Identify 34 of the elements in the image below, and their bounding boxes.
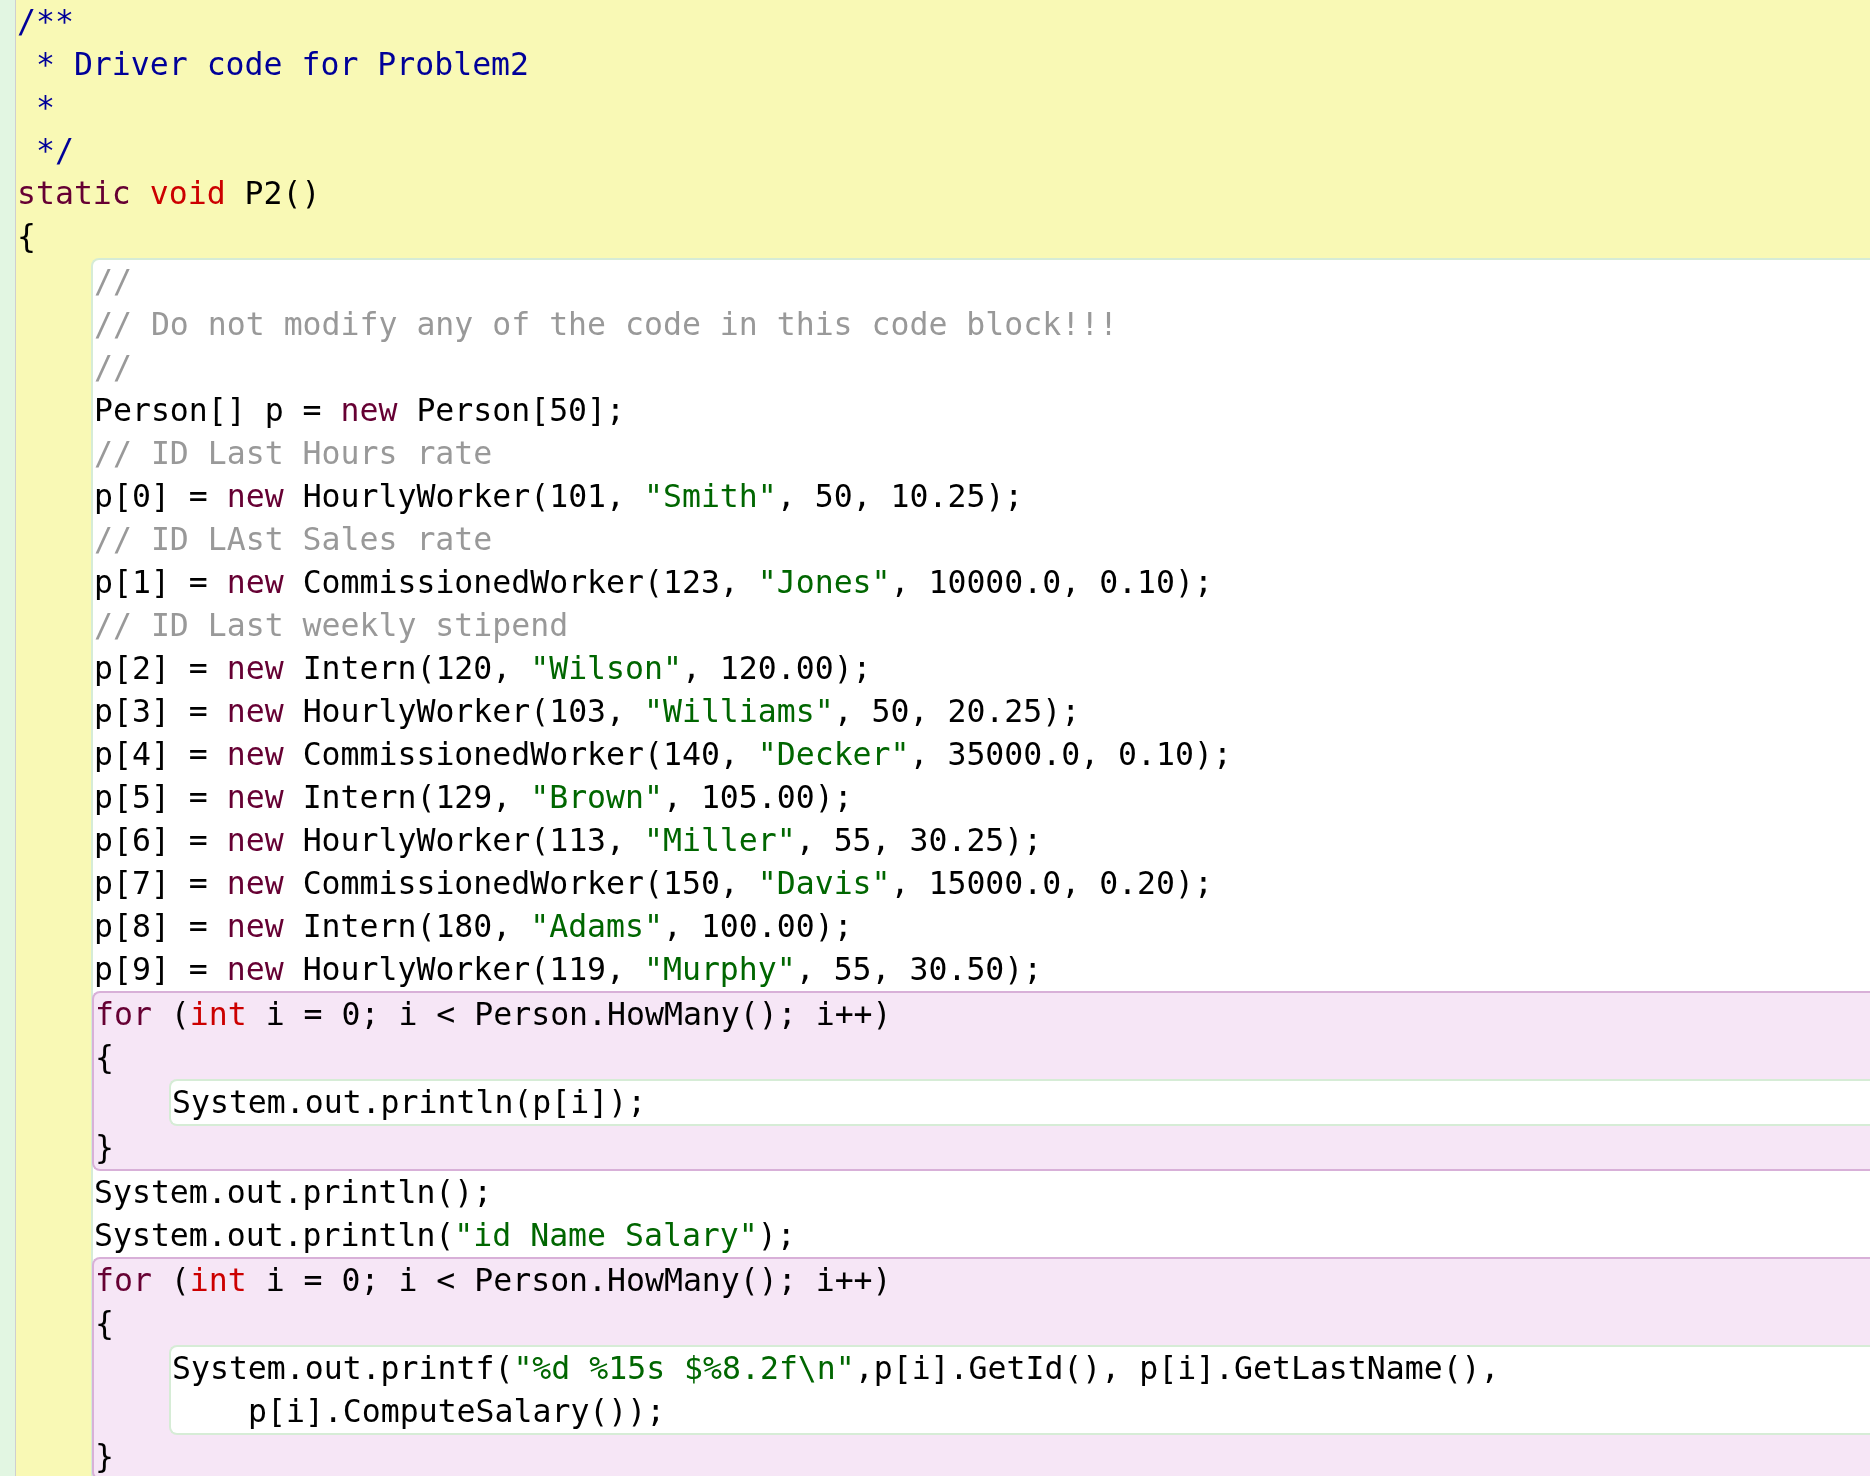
code-line: } [95,1437,114,1476]
code-line: // [94,262,132,301]
code-line: p[8] = new Intern(180, "Adams", 100.00); [94,907,853,946]
code-line: // ID Last weekly stipend [94,606,569,645]
code-line: System.out.println("id Name Salary"); [94,1216,796,1255]
code-line: for (int i = 0; i < Person.HowMany(); i++) [95,995,892,1034]
code-line: p[1] = new CommissionedWorker(123, "Jones", 10000.0, 0.10); [94,563,1213,602]
code-line: { [95,1304,114,1343]
code-line: System.out.println(); [94,1173,493,1212]
code-line: * Driver code for Problem2 [34,45,530,84]
code-line: // ID LAst Sales rate [94,520,493,559]
code-line: System.out.printf("%d %15s $%8.2f\n",p[i].GetId(), p[i].GetLastName(), [172,1349,1500,1388]
code-line: * [34,88,55,127]
code-line: // ID Last Hours rate [94,434,493,473]
code-line: Person[] p = new Person[50]; [94,391,626,430]
code-line: p[4] = new CommissionedWorker(140, "Decker", 35000.0, 0.10); [94,735,1232,774]
code-line: // Do not modify any of the code in this code block!!! [94,305,1119,344]
code-line: } [95,1128,114,1167]
code-line: /** [17,2,74,41]
code-line: */ [34,131,74,170]
code-line: p[2] = new Intern(120, "Wilson", 120.00); [94,649,872,688]
code-line: p[6] = new HourlyWorker(113, "Miller", 55, 30.25); [94,821,1043,860]
code-line: { [17,217,36,256]
code-line: System.out.println(p[i]); [172,1083,647,1122]
code-line: p[3] = new HourlyWorker(103, "Williams", 50, 20.25); [94,692,1081,731]
code-line: p[9] = new HourlyWorker(119, "Murphy", 55, 30.50); [94,950,1043,989]
code-line: // [94,348,132,387]
code-line: { [95,1038,114,1077]
code-line: p[7] = new CommissionedWorker(150, "Davis", 15000.0, 0.20); [94,864,1213,903]
code-line: for (int i = 0; i < Person.HowMany(); i++) [95,1261,892,1300]
code-line: p[5] = new Intern(129, "Brown", 105.00); [94,778,853,817]
code-line: p[i].ComputeSalary()); [248,1392,666,1431]
code-line: static void P2() [17,174,321,213]
code-line: p[0] = new HourlyWorker(101, "Smith", 50, 10.25); [94,477,1024,516]
